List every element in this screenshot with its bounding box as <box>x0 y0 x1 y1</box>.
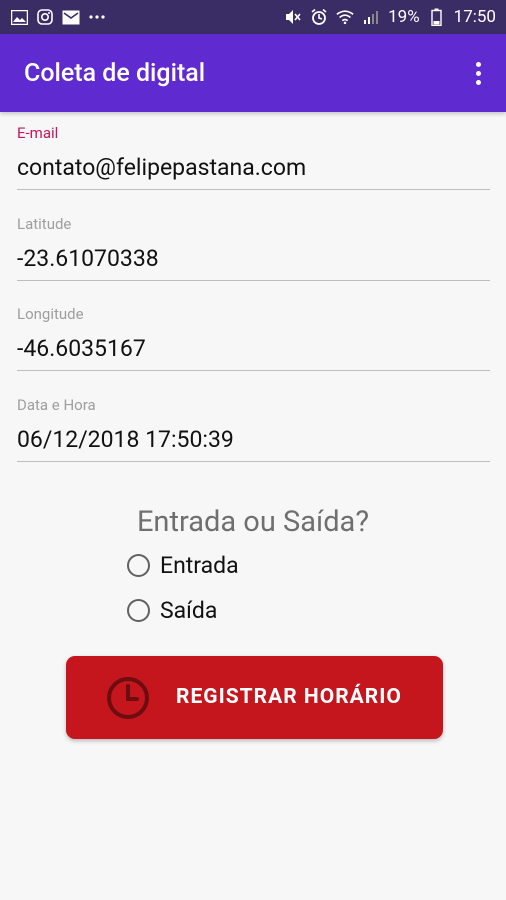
mail-icon <box>62 8 80 26</box>
radio-saida[interactable]: Saída <box>127 597 217 624</box>
status-bar: 19% 17:50 <box>0 0 506 34</box>
email-label: E-mail <box>17 124 59 142</box>
register-time-label: REGISTRAR HORÁRIO <box>176 685 402 709</box>
radio-circle-icon[interactable] <box>127 599 150 622</box>
app-bar: Coleta de digital <box>0 34 506 112</box>
longitude-label: Longitude <box>17 305 84 323</box>
notification-icons <box>10 8 106 26</box>
datetime-input[interactable]: 06/12/2018 17:50:39 <box>17 426 490 462</box>
longitude-field[interactable]: Longitude -46.6035167 <box>17 305 490 371</box>
email-field[interactable]: E-mail contato@felipepastana.com <box>17 124 490 190</box>
gallery-icon <box>10 8 28 26</box>
mute-icon <box>284 8 302 26</box>
radio-entrada-label: Entrada <box>160 552 239 579</box>
app-title: Coleta de digital <box>24 58 206 88</box>
email-input[interactable]: contato@felipepastana.com <box>17 154 490 190</box>
signal-icon <box>362 8 380 26</box>
instagram-icon <box>36 8 54 26</box>
latitude-field[interactable]: Latitude -23.61070338 <box>17 215 490 281</box>
radio-saida-label: Saída <box>160 597 218 624</box>
latitude-input[interactable]: -23.61070338 <box>17 245 490 281</box>
radio-circle-icon[interactable] <box>127 554 150 577</box>
alarm-icon <box>310 8 328 26</box>
longitude-input[interactable]: -46.6035167 <box>17 335 490 371</box>
clock-icon <box>107 677 149 719</box>
latitude-label: Latitude <box>17 215 72 233</box>
clock-time: 17:50 <box>453 7 496 27</box>
system-icons: 19% 17:50 <box>284 7 496 27</box>
entry-type-question: Entrada ou Saída? <box>136 505 370 539</box>
battery-icon <box>428 8 446 26</box>
battery-percent: 19% <box>388 7 420 27</box>
radio-entrada[interactable]: Entrada <box>127 552 239 579</box>
wifi-icon <box>336 8 354 26</box>
datetime-field[interactable]: Data e Hora 06/12/2018 17:50:39 <box>17 396 490 462</box>
more-notifications-icon <box>88 8 106 26</box>
register-time-button[interactable]: REGISTRAR HORÁRIO <box>66 656 443 739</box>
datetime-label: Data e Hora <box>17 396 96 414</box>
more-vert-icon[interactable] <box>466 53 490 93</box>
